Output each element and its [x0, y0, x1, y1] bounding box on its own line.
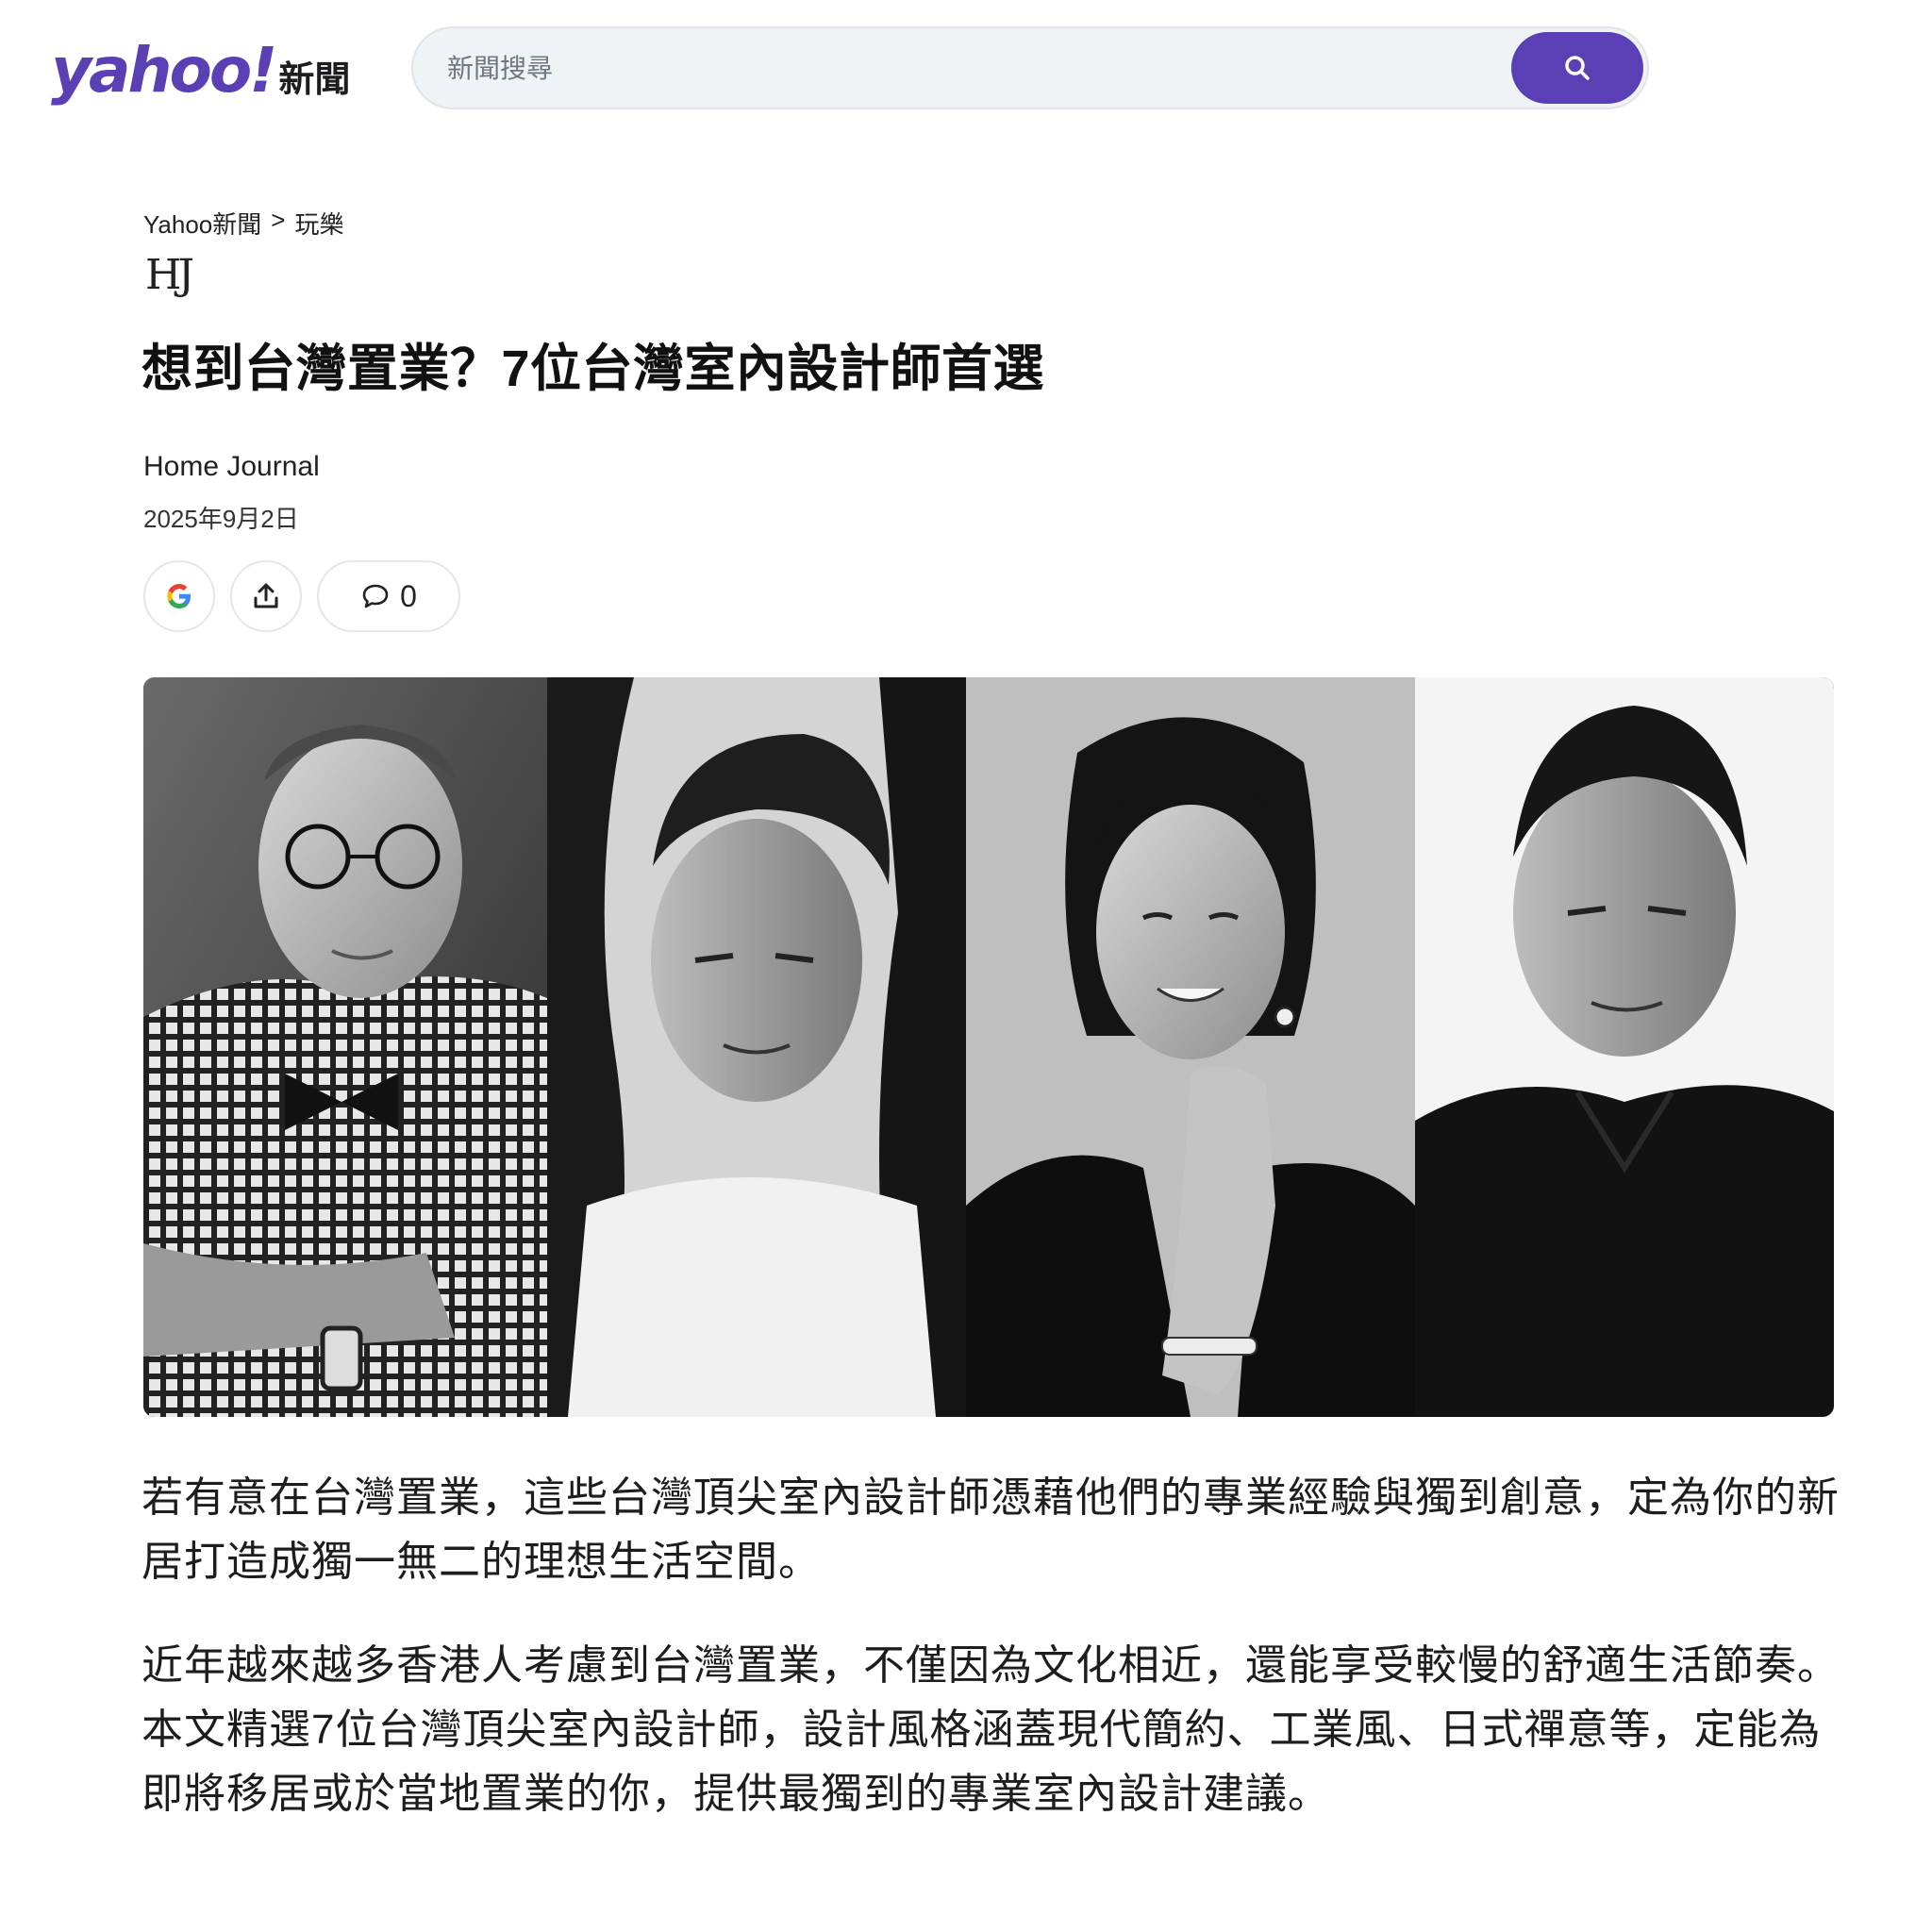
logo-yahoo: yahoo! — [51, 34, 277, 107]
breadcrumb-separator: > — [271, 206, 286, 234]
article-paragraph-2: 近年越來越多香港人考慮到台灣置業，不僅因為文化相近，還能享受較慢的舒適生活節奏。… — [142, 1642, 1840, 1817]
article-actions: 0 — [143, 560, 460, 632]
article-title: 想到台灣置業？7位台灣室內設計師首選 — [142, 341, 1045, 397]
article-author: Home Journal — [143, 451, 320, 482]
article-hero-image[interactable] — [143, 677, 1834, 1417]
article-date: 2025年9月2日 — [143, 505, 299, 533]
portrait-3 — [966, 677, 1415, 1417]
yahoo-news-logo[interactable]: yahoo! 新聞 — [51, 34, 350, 107]
share-icon — [254, 583, 278, 608]
google-preferred-source-button[interactable] — [143, 560, 215, 632]
logo-news: 新聞 — [278, 58, 351, 100]
breadcrumb: Yahoo新聞 > 玩樂 — [143, 206, 343, 241]
portrait-collage-image — [143, 677, 1834, 1417]
comments-button[interactable]: 0 — [317, 560, 460, 632]
comment-icon — [362, 584, 389, 608]
share-button[interactable] — [230, 560, 302, 632]
search-icon — [1565, 56, 1590, 80]
portrait-1 — [143, 677, 547, 1417]
search-input[interactable] — [445, 28, 1487, 109]
search-bar — [411, 26, 1649, 109]
search-button[interactable] — [1511, 32, 1643, 104]
breadcrumb-home[interactable]: Yahoo新聞 — [143, 206, 261, 241]
comment-count: 0 — [400, 578, 417, 613]
article-paragraph-1: 若有意在台灣置業，這些台灣頂尖室內設計師憑藉他們的專業經驗與獨到創意，定為你的新… — [142, 1474, 1840, 1585]
breadcrumb-section[interactable]: 玩樂 — [294, 206, 343, 241]
portrait-2 — [547, 677, 966, 1417]
publisher-logo[interactable]: HJ — [145, 251, 194, 299]
google-icon — [167, 584, 191, 608]
portrait-4 — [1415, 677, 1834, 1417]
